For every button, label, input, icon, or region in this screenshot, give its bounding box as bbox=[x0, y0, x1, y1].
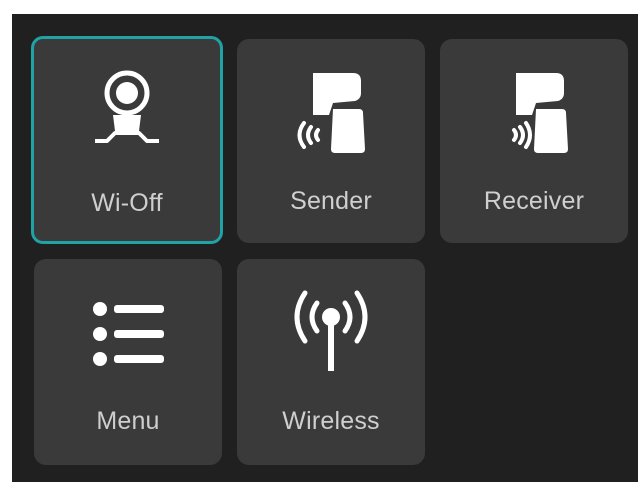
tile-wi-off[interactable]: Wi-Off bbox=[31, 36, 223, 244]
receiver-icon bbox=[512, 73, 568, 153]
tile-label: Receiver bbox=[483, 187, 585, 215]
sender-icon bbox=[297, 73, 365, 153]
tile-sender[interactable]: Sender bbox=[237, 39, 425, 243]
tile-label: Menu bbox=[96, 407, 160, 435]
tile-label: Sender bbox=[290, 187, 372, 215]
tile-label: Wi-Off bbox=[91, 189, 163, 217]
tile-receiver[interactable]: Receiver bbox=[440, 39, 628, 243]
tile-label: Wireless bbox=[282, 407, 380, 435]
list-icon bbox=[93, 302, 164, 366]
menu-screen: Wi-Off Sender Receiver Menu Wireless bbox=[12, 14, 638, 482]
tile-wireless[interactable]: Wireless bbox=[237, 259, 425, 465]
antenna-icon bbox=[294, 290, 368, 371]
webcam-icon bbox=[95, 70, 159, 143]
tile-menu[interactable]: Menu bbox=[34, 259, 222, 465]
